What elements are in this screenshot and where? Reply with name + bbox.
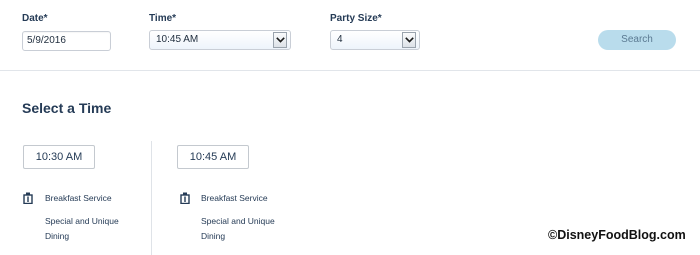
date-field[interactable]: 5/9/2016 [22,31,111,51]
dining-type: Special and Unique Dining [201,214,275,244]
party-size-label: Party Size* [330,13,382,24]
search-button[interactable]: Search [598,30,676,50]
dining-type-line-2: Dining [45,231,70,241]
dining-type: Special and Unique Dining [45,214,119,244]
time-slot-button[interactable]: 10:30 AM [23,145,95,169]
time-slot-button[interactable]: 10:45 AM [177,145,249,169]
party-size-select[interactable]: 4 [330,30,420,50]
date-label: Date* [22,13,48,24]
breakfast-utensil-icon [23,191,33,209]
breakfast-utensil-icon [180,191,190,209]
form-divider [0,70,700,71]
dining-type-line-1: Special and Unique [201,216,275,226]
page-title: Select a Time [22,100,112,116]
dining-type-line-1: Special and Unique [45,216,119,226]
time-select[interactable]: 10:45 AM [149,30,291,50]
party-size-select-value: 4 [337,34,343,45]
meal-period: Breakfast Service [201,193,268,203]
watermark: ©DisneyFoodBlog.com [548,228,686,242]
chevron-down-icon[interactable] [402,32,416,48]
slot-divider [151,141,152,255]
meal-period: Breakfast Service [45,193,112,203]
dining-type-line-2: Dining [201,231,226,241]
time-select-value: 10:45 AM [156,34,199,45]
time-label: Time* [149,13,177,24]
chevron-down-icon[interactable] [273,32,287,48]
